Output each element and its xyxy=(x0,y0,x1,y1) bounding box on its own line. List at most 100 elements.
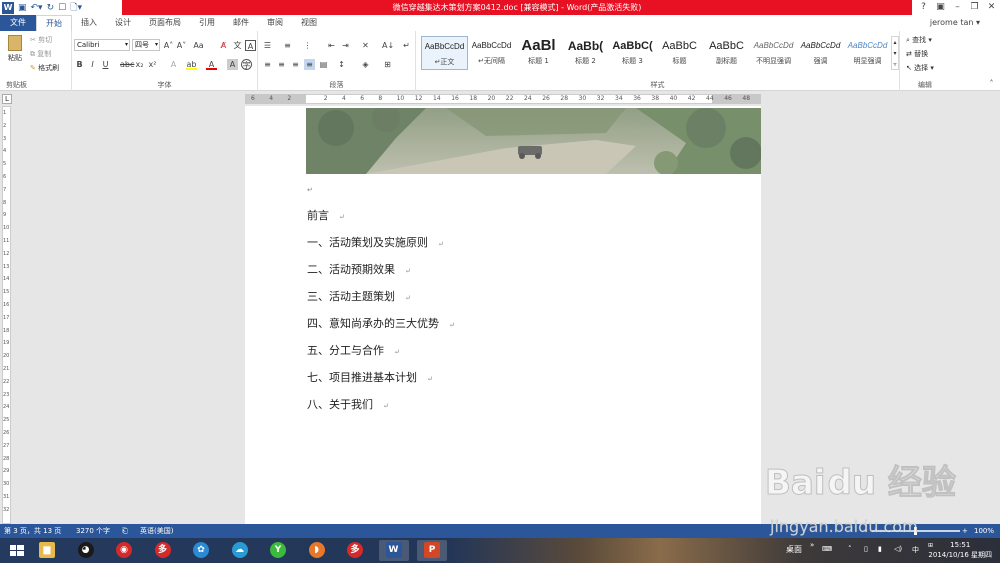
touch-mode-icon[interactable]: ☐ xyxy=(58,2,66,14)
taskbar-app-netease-music[interactable]: ◉ xyxy=(109,540,139,561)
ribbon-display-options-button[interactable]: ▣ xyxy=(932,0,949,15)
show-marks-icon[interactable]: ↵ xyxy=(401,40,412,51)
clear-formatting-icon[interactable]: A̸ xyxy=(218,40,229,51)
character-border-icon[interactable]: A xyxy=(245,40,256,51)
character-shading-icon[interactable]: A xyxy=(227,59,238,70)
header-photo[interactable] xyxy=(306,108,761,174)
bullets-icon[interactable]: ☰ xyxy=(262,40,273,51)
subscript-icon[interactable]: x₂ xyxy=(134,59,145,70)
increase-indent-icon[interactable]: ⇥ xyxy=(340,40,351,51)
sort-icon[interactable]: A↓ xyxy=(382,40,394,51)
highlight-icon[interactable]: ab xyxy=(186,59,197,70)
taskbar-app-app-blue-1[interactable]: ✿ xyxy=(186,540,216,561)
change-case-icon[interactable]: Aa xyxy=(193,40,204,51)
borders-icon[interactable]: ⊞ xyxy=(382,59,393,70)
select-button[interactable]: ↖ 选择 ▾ xyxy=(906,63,934,73)
zoom-level[interactable]: 100% xyxy=(974,524,994,538)
collapse-ribbon-icon[interactable]: ˄ xyxy=(986,78,997,89)
tab-home[interactable]: 开始 xyxy=(36,15,72,31)
taskbar-app-file-explorer[interactable]: ▆ xyxy=(32,540,62,561)
replace-button[interactable]: ⇄ 替换 xyxy=(906,49,928,59)
styles-gallery-scroll[interactable]: ▴ ▾ ▿ xyxy=(891,36,899,70)
cut-button[interactable]: ✂ 剪切 xyxy=(30,35,52,45)
font-name-combo[interactable]: Calibri ▾ xyxy=(74,39,130,51)
tab-file[interactable]: 文件 xyxy=(0,15,36,31)
zoom-slider-thumb[interactable] xyxy=(914,527,917,535)
tab-mailings[interactable]: 邮件 xyxy=(224,15,258,31)
chinese-layout-icon[interactable]: ✕ xyxy=(360,40,371,51)
font-color-icon[interactable]: A xyxy=(206,59,217,70)
style-heading-1[interactable]: AaBl 标题 1 xyxy=(515,36,562,70)
save-icon[interactable]: ▣ xyxy=(18,2,27,14)
style-normal[interactable]: AaBbCcDd ↵正文 xyxy=(421,36,468,70)
tab-references[interactable]: 引用 xyxy=(190,15,224,31)
proofing-icon[interactable]: ⎗ xyxy=(122,524,128,538)
user-account[interactable]: jerome tan ▾ xyxy=(930,15,980,31)
strikethrough-icon[interactable]: abc xyxy=(120,59,134,70)
taskbar-app-app-red-1[interactable]: 多 xyxy=(148,540,178,561)
tab-selector[interactable]: L xyxy=(2,94,12,104)
style-subtitle[interactable]: AaBbC 副标题 xyxy=(703,36,750,70)
font-size-combo[interactable]: 四号 ▾ xyxy=(132,39,160,51)
start-button[interactable] xyxy=(2,540,32,561)
close-button[interactable]: ✕ xyxy=(983,0,1000,15)
decrease-indent-icon[interactable]: ⇤ xyxy=(326,40,337,51)
style-title[interactable]: AaBbC 标题 xyxy=(656,36,703,70)
style-heading-2[interactable]: AaBb( 标题 2 xyxy=(562,36,609,70)
network-icon[interactable]: ▮ xyxy=(878,545,882,553)
toolbar-expand-icon[interactable]: » xyxy=(810,541,814,549)
tab-page-layout[interactable]: 页面布局 xyxy=(140,15,190,31)
taskbar-app-qq[interactable]: ◕ xyxy=(71,540,101,561)
paste-button[interactable]: 粘贴 xyxy=(6,35,24,65)
enclose-characters-icon[interactable]: 字 xyxy=(241,59,252,70)
shrink-font-icon[interactable]: A˅ xyxy=(176,40,187,51)
align-center-icon[interactable]: ≡ xyxy=(276,59,287,70)
toc-heading[interactable]: 八、关于我们 ↵ xyxy=(307,396,389,412)
toc-heading[interactable]: 七、项目推进基本计划 ↵ xyxy=(307,369,433,385)
volume-icon[interactable]: ◁) xyxy=(894,545,902,553)
tab-insert[interactable]: 插入 xyxy=(72,15,106,31)
text-effects-icon[interactable]: A xyxy=(168,59,179,70)
desktop-toolbar[interactable]: 桌面 xyxy=(786,544,802,555)
keyboard-icon[interactable]: ⌨ xyxy=(822,545,832,553)
taskbar-app-app-red-2[interactable]: 多 xyxy=(340,540,370,561)
word-count[interactable]: 3270 个字 xyxy=(76,524,110,538)
taskbar-app-iqiyi[interactable]: Y xyxy=(263,540,293,561)
battery-icon[interactable]: ▯ xyxy=(864,545,868,553)
find-button[interactable]: ⌕ 查找 ▾ xyxy=(906,35,932,45)
style-intense-emphasis[interactable]: AaBbCcDd 明显强调 xyxy=(844,36,891,70)
taskbar-app-cloud[interactable]: ☁ xyxy=(225,540,255,561)
align-right-icon[interactable]: ≡ xyxy=(290,59,301,70)
format-painter-button[interactable]: ✎ 格式刷 xyxy=(30,63,59,73)
tab-view[interactable]: 视图 xyxy=(292,15,326,31)
tray-expand-icon[interactable]: ˄ xyxy=(848,545,852,553)
ime-indicator[interactable]: 中 xyxy=(912,545,919,555)
superscript-icon[interactable]: x² xyxy=(147,59,158,70)
style-subtle-emphasis[interactable]: AaBbCcDd 不明显强调 xyxy=(750,36,797,70)
redo-icon[interactable]: ↻ xyxy=(47,2,55,14)
toc-heading[interactable]: 二、活动预期效果 ↵ xyxy=(307,261,411,277)
tab-design[interactable]: 设计 xyxy=(106,15,140,31)
zoom-in-icon[interactable]: + xyxy=(962,524,968,538)
toc-heading[interactable]: 五、分工与合作 ↵ xyxy=(307,342,400,358)
distributed-icon[interactable]: ▤ xyxy=(318,59,329,70)
bold-icon[interactable]: B xyxy=(74,59,85,70)
help-button[interactable]: ? xyxy=(915,0,932,15)
italic-icon[interactable]: I xyxy=(87,59,98,70)
tab-review[interactable]: 审阅 xyxy=(258,15,292,31)
taskbar-app-word[interactable]: W xyxy=(378,540,409,561)
align-left-icon[interactable]: ≡ xyxy=(262,59,273,70)
zoom-out-icon[interactable]: − xyxy=(862,524,868,538)
line-spacing-icon[interactable]: ↕ xyxy=(336,59,347,70)
justify-icon[interactable]: ≡ xyxy=(304,59,315,70)
restore-button[interactable]: ❐ xyxy=(966,0,983,15)
document-page[interactable]: ↵ 前言 ↵ 一、活动策划及实施原则 ↵ 二、活动预期效果 ↵ 三、活动主题策划 ↵ 四、意知尚… xyxy=(245,106,761,524)
toc-heading[interactable]: 前言 ↵ xyxy=(307,207,345,223)
shading-icon[interactable]: ◈ xyxy=(360,59,371,70)
style-emphasis[interactable]: AaBbCcDd 强调 xyxy=(797,36,844,70)
page-count[interactable]: 第 3 页，共 13 页 xyxy=(4,524,61,538)
numbering-icon[interactable]: ≡ xyxy=(282,40,293,51)
multilevel-list-icon[interactable]: ⋮ xyxy=(302,40,313,51)
copy-button[interactable]: ⧉ 复制 xyxy=(30,49,51,59)
undo-icon[interactable]: ↶▾ xyxy=(31,2,43,14)
